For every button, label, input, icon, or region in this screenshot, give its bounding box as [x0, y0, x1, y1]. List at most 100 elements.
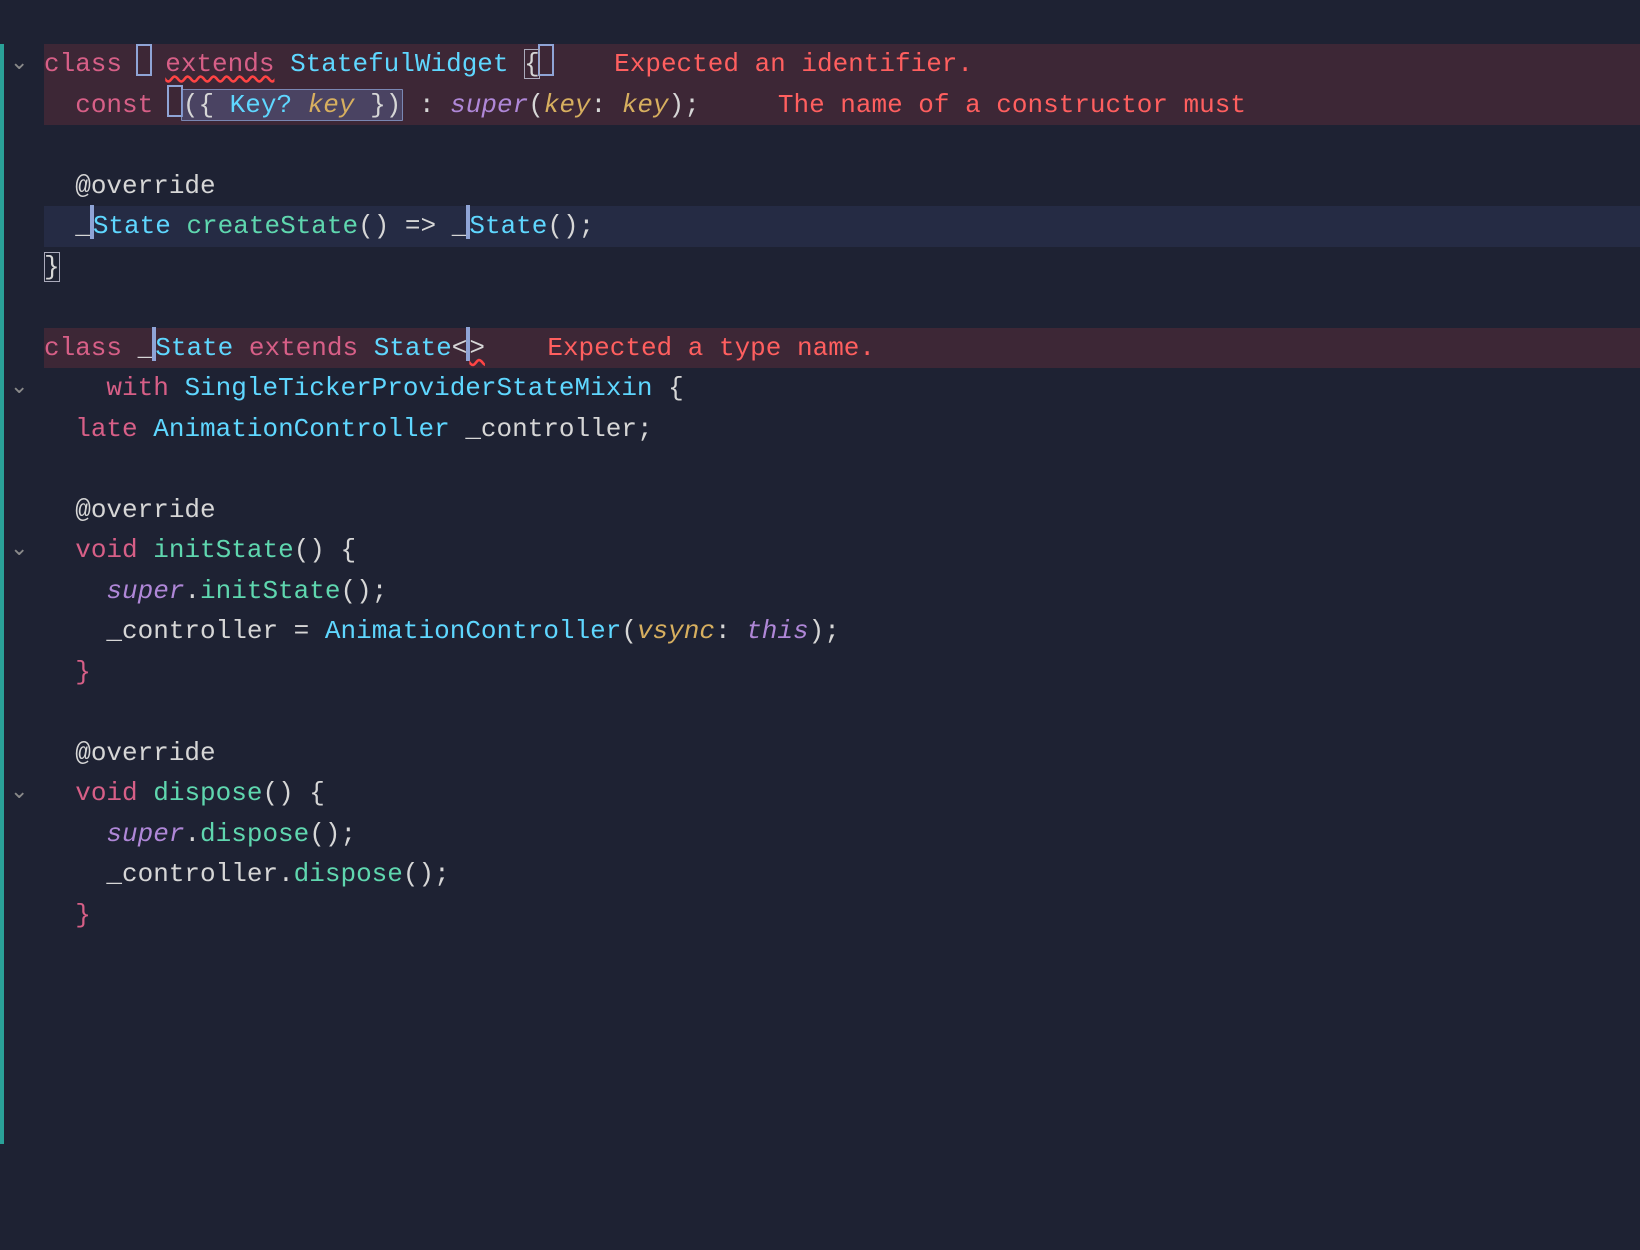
paren-open: ( [547, 211, 563, 241]
fold-chevron-down-icon[interactable]: ⌄ [10, 368, 28, 409]
annotation-override: @override [75, 738, 215, 768]
code-line[interactable]: _controller.dispose(); [44, 854, 1640, 895]
semicolon: ; [340, 819, 356, 849]
code-line[interactable] [44, 449, 1640, 490]
type-key: Key? [230, 90, 292, 120]
semicolon: ; [579, 211, 595, 241]
paren-close: ) [309, 535, 325, 565]
code-line[interactable]: void dispose() { [44, 773, 1640, 814]
angle-open: < [452, 333, 468, 363]
keyword-class: class [44, 49, 122, 79]
error-message: The name of a constructor must [778, 90, 1262, 120]
code-line[interactable]: super.initState(); [44, 571, 1640, 612]
ident-underscore: _ [452, 211, 468, 241]
code-line[interactable] [44, 287, 1640, 328]
equals: = [294, 616, 310, 646]
paren-open: ( [358, 211, 374, 241]
dot: . [278, 859, 294, 889]
fold-chevron-down-icon[interactable]: ⌄ [10, 530, 28, 571]
code-line[interactable]: void initState() { [44, 530, 1640, 571]
angle-close: > [469, 333, 485, 363]
annotation-override: @override [75, 495, 215, 525]
semicolon: ; [684, 90, 700, 120]
ident-controller: _controller [106, 859, 278, 889]
code-line[interactable]: } [44, 895, 1640, 936]
method-dispose: dispose [200, 819, 309, 849]
code-line[interactable]: } [44, 247, 1640, 288]
type-animationcontroller: AnimationController [325, 616, 621, 646]
code-line[interactable]: @override [44, 490, 1640, 531]
paren-open: ( [309, 819, 325, 849]
method-initstate: initState [153, 535, 293, 565]
method-dispose: dispose [153, 778, 262, 808]
keyword-class: class [44, 333, 122, 363]
ident-controller: _controller [106, 616, 278, 646]
code-editor[interactable]: class extends StatefulWidget { Expected … [44, 44, 1640, 935]
semicolon: ; [372, 576, 388, 606]
code-line[interactable]: class extends StatefulWidget { Expected … [44, 44, 1640, 85]
fold-chevron-down-icon[interactable]: ⌄ [10, 773, 28, 814]
colon: : [715, 616, 731, 646]
type-statefulwidget: StatefulWidget [290, 49, 508, 79]
keyword-with: with [106, 373, 168, 403]
keyword-super: super [450, 90, 528, 120]
paren-open: ( [294, 535, 310, 565]
method-createstate: createState [186, 211, 358, 241]
code-line[interactable] [44, 692, 1640, 733]
colon: : [419, 90, 435, 120]
param-vsync: vsync [637, 616, 715, 646]
type-mixin: SingleTickerProviderStateMixin [184, 373, 652, 403]
ident-controller: _controller [465, 414, 637, 444]
param-key: key [544, 90, 591, 120]
multi-cursor [538, 44, 554, 76]
paren-open: ( [183, 90, 199, 120]
paren-open: ( [403, 859, 419, 889]
dot: . [184, 576, 200, 606]
code-line[interactable]: @override [44, 166, 1640, 207]
code-line[interactable]: const ({ Key? key }) : super(key: key); … [44, 85, 1640, 126]
brace-close: } [370, 90, 386, 120]
type-state: State [155, 333, 233, 363]
code-line[interactable]: with SingleTickerProviderStateMixin { [44, 368, 1640, 409]
method-initstate: initState [200, 576, 340, 606]
type-animationcontroller: AnimationController [153, 414, 449, 444]
multi-cursor [136, 44, 152, 76]
semicolon: ; [637, 414, 653, 444]
code-line[interactable]: } [44, 652, 1640, 693]
keyword-super: super [106, 576, 184, 606]
paren-close: ) [278, 778, 294, 808]
paren-close: ) [563, 211, 579, 241]
code-line[interactable]: @override [44, 733, 1640, 774]
paren-open: ( [528, 90, 544, 120]
gutter: ⌄ ⌄ ⌄ ⌄ [0, 44, 40, 1250]
keyword-this: this [746, 616, 808, 646]
paren-close: ) [669, 90, 685, 120]
brace-open: { [341, 535, 357, 565]
code-line[interactable]: _controller = AnimationController(vsync:… [44, 611, 1640, 652]
type-state: State [469, 211, 547, 241]
brace-close: } [44, 252, 60, 282]
paren-close: ) [419, 859, 435, 889]
keyword-late: late [75, 414, 137, 444]
type-state: State [93, 211, 171, 241]
semicolon: ; [434, 859, 450, 889]
error-message: Expected an identifier. [614, 49, 973, 79]
code-line[interactable]: late AnimationController _controller; [44, 409, 1640, 450]
paren-close: ) [356, 576, 372, 606]
paren-close: ) [374, 211, 390, 241]
code-line[interactable]: _State createState() => _State(); [44, 206, 1640, 247]
semicolon: ; [824, 616, 840, 646]
param-key: key [308, 90, 355, 120]
paren-close: ) [386, 90, 402, 120]
annotation-override: @override [75, 171, 215, 201]
keyword-extends: extends [165, 49, 274, 79]
ident-underscore: _ [75, 211, 91, 241]
code-line[interactable]: super.dispose(); [44, 814, 1640, 855]
ident-key: key [622, 90, 669, 120]
code-line[interactable]: class _State extends State<> Expected a … [44, 328, 1640, 369]
keyword-extends: extends [249, 333, 358, 363]
paren-open: ( [340, 576, 356, 606]
code-line[interactable] [44, 125, 1640, 166]
method-dispose: dispose [294, 859, 403, 889]
fold-chevron-down-icon[interactable]: ⌄ [10, 44, 28, 85]
